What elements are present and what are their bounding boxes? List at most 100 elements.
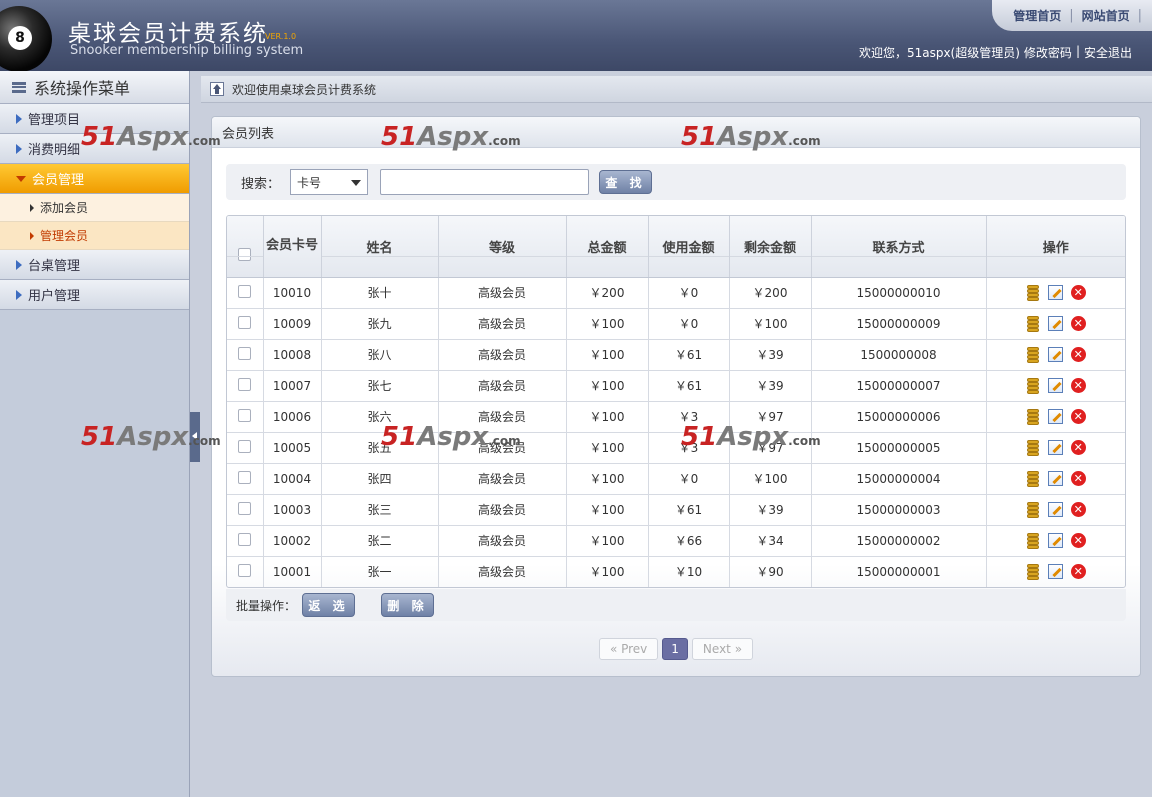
invert-selection-button[interactable]: 返 选 — [302, 593, 356, 617]
edit-icon[interactable] — [1047, 285, 1063, 300]
edit-icon[interactable] — [1047, 502, 1063, 517]
recharge-coins-icon[interactable] — [1026, 315, 1040, 332]
cell-card-number: 10005 — [263, 432, 322, 464]
recharge-coins-icon[interactable] — [1026, 439, 1040, 456]
cell-level: 高级会员 — [438, 370, 567, 402]
sidebar-subitem-label: 添加会员 — [40, 201, 89, 215]
cell-actions: ✕ — [986, 525, 1125, 557]
search-input[interactable] — [380, 169, 590, 195]
row-checkbox[interactable] — [238, 346, 252, 360]
cell-total: ￥100 — [566, 463, 649, 495]
edit-icon[interactable] — [1047, 347, 1063, 362]
select-all-header — [227, 216, 264, 278]
cell-total: ￥100 — [566, 370, 649, 402]
table-row: 10008 张八 高级会员 ￥100 ￥61 ￥39 1500000008 ✕ — [227, 339, 1125, 371]
cell-used: ￥61 — [648, 370, 730, 402]
recharge-coins-icon[interactable] — [1026, 377, 1040, 394]
delete-icon[interactable]: ✕ — [1070, 378, 1086, 393]
delete-icon[interactable]: ✕ — [1070, 316, 1086, 331]
select-all-checkbox[interactable] — [238, 247, 252, 261]
col-used: 使用金额 — [648, 216, 730, 278]
row-select-cell — [227, 525, 264, 557]
cell-level: 高级会员 — [438, 463, 567, 495]
edit-icon[interactable] — [1047, 440, 1063, 455]
cell-used: ￥0 — [648, 463, 730, 495]
cell-contact: 15000000010 — [811, 277, 987, 309]
row-select-cell — [227, 370, 264, 402]
sidebar-item-label: 会员管理 — [32, 173, 85, 188]
cell-remaining: ￥200 — [729, 277, 812, 309]
change-password-link[interactable]: 修改密码 — [1024, 44, 1072, 61]
recharge-coins-icon[interactable] — [1026, 532, 1040, 549]
cell-used: ￥3 — [648, 432, 730, 464]
edit-icon[interactable] — [1047, 533, 1063, 548]
cell-actions: ✕ — [986, 463, 1125, 495]
admin-home-link[interactable]: 管理首页 — [1013, 7, 1061, 24]
delete-icon[interactable]: ✕ — [1070, 440, 1086, 455]
cell-card-number: 10008 — [263, 339, 322, 371]
cell-name: 张十 — [321, 277, 439, 309]
row-checkbox[interactable] — [238, 315, 252, 329]
cell-remaining: ￥97 — [729, 432, 812, 464]
search-field-select[interactable]: 卡号 — [290, 169, 369, 195]
sidebar-item-users[interactable]: 用户管理 — [0, 280, 189, 310]
row-checkbox[interactable] — [238, 284, 252, 298]
row-checkbox[interactable] — [238, 408, 252, 422]
cell-name: 张五 — [321, 432, 439, 464]
cell-contact: 15000000007 — [811, 370, 987, 402]
sidebar-subitem-add-member[interactable]: 添加会员 — [0, 194, 189, 222]
recharge-coins-icon[interactable] — [1026, 408, 1040, 425]
cell-total: ￥100 — [566, 556, 649, 587]
cell-actions: ✕ — [986, 308, 1125, 340]
cell-remaining: ￥97 — [729, 401, 812, 433]
cell-contact: 1500000008 — [811, 339, 987, 371]
cell-contact: 15000000009 — [811, 308, 987, 340]
sidebar-item-consumption[interactable]: 消费明细 — [0, 134, 189, 164]
row-checkbox[interactable] — [238, 563, 252, 577]
arrow-right-icon — [16, 289, 22, 300]
recharge-coins-icon[interactable] — [1026, 284, 1040, 301]
member-list-panel: 会员列表 搜索： 卡号 查 找 会员卡号 姓名 等级 总金额 使用金额 剩余金额… — [211, 116, 1141, 677]
cell-actions: ✕ — [986, 370, 1125, 402]
page-number-current[interactable]: 1 — [662, 638, 688, 660]
site-home-link[interactable]: 网站首页 — [1082, 7, 1130, 24]
cell-used: ￥10 — [648, 556, 730, 587]
recharge-coins-icon[interactable] — [1026, 346, 1040, 363]
sidebar-item-tables[interactable]: 台桌管理 — [0, 250, 189, 280]
next-page-button[interactable]: Next » — [691, 638, 754, 660]
edit-icon[interactable] — [1047, 316, 1063, 331]
edit-icon[interactable] — [1047, 409, 1063, 424]
delete-icon[interactable]: ✕ — [1070, 533, 1086, 548]
row-checkbox[interactable] — [238, 470, 252, 484]
edit-icon[interactable] — [1047, 471, 1063, 486]
cell-name: 张七 — [321, 370, 439, 402]
cell-card-number: 10006 — [263, 401, 322, 433]
sidebar-subitem-manage-members[interactable]: 管理会员 — [0, 222, 189, 250]
edit-icon[interactable] — [1047, 378, 1063, 393]
batch-delete-button[interactable]: 删 除 — [381, 593, 435, 617]
row-checkbox[interactable] — [238, 501, 252, 515]
recharge-coins-icon[interactable] — [1026, 470, 1040, 487]
delete-icon[interactable]: ✕ — [1070, 502, 1086, 517]
logo-number: 8 — [8, 26, 32, 50]
delete-icon[interactable]: ✕ — [1070, 409, 1086, 424]
recharge-coins-icon[interactable] — [1026, 501, 1040, 518]
sidebar-collapse-handle[interactable] — [190, 412, 200, 462]
cell-contact: 15000000006 — [811, 401, 987, 433]
row-checkbox[interactable] — [238, 439, 252, 453]
prev-page-button[interactable]: « Prev — [598, 638, 659, 660]
search-button[interactable]: 查 找 — [599, 170, 653, 194]
row-checkbox[interactable] — [238, 532, 252, 546]
delete-icon[interactable]: ✕ — [1070, 285, 1086, 300]
sidebar-item-projects[interactable]: 管理项目 — [0, 104, 189, 134]
delete-icon[interactable]: ✕ — [1070, 471, 1086, 486]
logout-link[interactable]: 安全退出 — [1084, 44, 1132, 61]
recharge-coins-icon[interactable] — [1026, 563, 1040, 580]
delete-icon[interactable]: ✕ — [1070, 564, 1086, 579]
edit-icon[interactable] — [1047, 564, 1063, 579]
cell-remaining: ￥100 — [729, 308, 812, 340]
sidebar-item-label: 用户管理 — [28, 289, 81, 304]
row-checkbox[interactable] — [238, 377, 252, 391]
delete-icon[interactable]: ✕ — [1070, 347, 1086, 362]
sidebar-item-members[interactable]: 会员管理 — [0, 164, 189, 194]
